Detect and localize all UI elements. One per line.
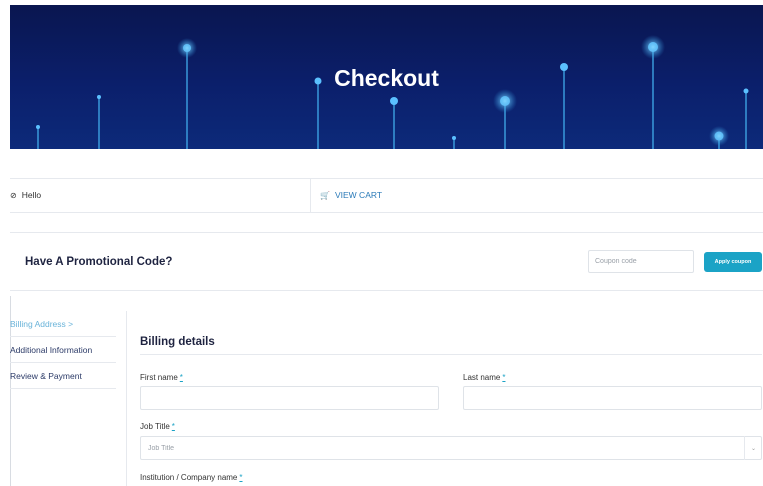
first-name-label: First name * [140,373,183,382]
last-name-input[interactable] [463,386,762,410]
checkout-steps: Billing Address > Additional Information… [10,311,116,389]
job-title-select[interactable] [140,436,762,460]
divider [10,178,763,179]
required-marker: * [239,473,243,482]
last-name-label: Last name * [463,373,505,382]
required-marker: * [502,373,506,382]
required-marker: * [179,373,183,382]
coupon-input[interactable] [588,250,694,273]
step-review-payment[interactable]: Review & Payment [10,363,116,389]
user-circle-icon: ⊘ [10,190,17,200]
chevron-down-icon[interactable]: ⌄ [744,436,762,460]
divider [126,311,127,486]
view-cart-label: VIEW CART [334,190,383,200]
job-title-label: Job Title * [140,422,175,431]
divider [10,212,763,213]
divider [310,178,311,212]
divider [140,354,762,355]
divider [10,232,763,233]
greeting: ⊘ Hello [10,178,41,212]
required-marker: * [171,422,175,431]
hero-banner: Checkout [10,5,763,149]
step-additional-information[interactable]: Additional Information [10,337,116,363]
first-name-label-text: First name [140,373,178,382]
divider [10,290,763,291]
page-title: Checkout [334,65,439,91]
promo-title: Have A Promotional Code? [25,256,173,268]
step-billing-address[interactable]: Billing Address > [10,311,116,337]
last-name-label-text: Last name [463,373,501,382]
institution-label: Institution / Company name * [140,473,243,482]
first-name-input[interactable] [140,386,439,410]
apply-coupon-button[interactable]: Apply coupon [704,252,762,272]
view-cart-link[interactable]: 🛒 VIEW CART [320,178,382,212]
billing-title: Billing details [140,336,215,348]
institution-label-text: Institution / Company name [140,473,238,482]
job-title-label-text: Job Title [140,422,170,431]
cart-icon: 🛒 [320,190,330,200]
greeting-text: Hello [21,190,42,200]
